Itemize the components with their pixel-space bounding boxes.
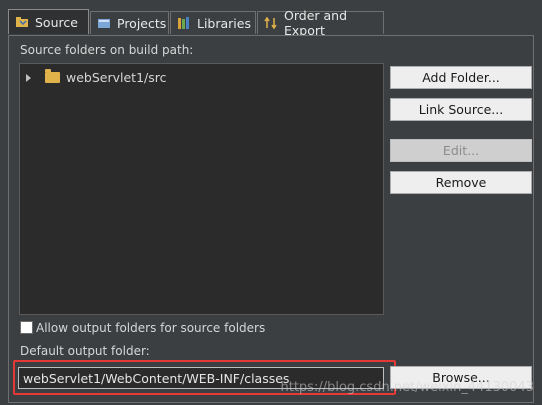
allow-output-label: Allow output folders for source folders (36, 321, 266, 335)
source-folders-label: Source folders on build path: (20, 43, 194, 57)
add-folder-button[interactable]: Add Folder... (390, 66, 532, 89)
default-output-label: Default output folder: (20, 344, 150, 358)
source-icon (15, 15, 29, 29)
allow-output-checkbox[interactable] (20, 321, 33, 334)
tree-item-label: webServlet1/src (66, 70, 167, 85)
tab-source-label: Source (35, 14, 78, 30)
tab-order-and-export[interactable]: Order and Export (257, 8, 384, 38)
expand-arrow-icon[interactable] (26, 73, 31, 82)
tab-projects[interactable]: Projects (90, 11, 169, 34)
tab-libraries-label: Libraries (197, 15, 251, 31)
tab-bar: Source Projects Libraries Order and Expo… (8, 8, 384, 38)
link-source-button[interactable]: Link Source... (390, 98, 532, 121)
remove-button[interactable]: Remove (390, 171, 532, 194)
tab-source[interactable]: Source (8, 9, 89, 34)
libraries-icon (177, 16, 191, 30)
tab-projects-label: Projects (117, 15, 167, 31)
order-export-icon (264, 16, 278, 30)
tab-libraries[interactable]: Libraries (170, 11, 256, 34)
tree-item[interactable]: webServlet1/src (26, 69, 167, 85)
projects-icon (97, 16, 111, 30)
edit-button[interactable]: Edit... (390, 139, 532, 162)
source-folders-tree[interactable]: webServlet1/src (19, 63, 384, 315)
watermark: https://blog.csdn.net/weixin_44130043 (280, 380, 534, 395)
tab-order-and-export-label: Order and Export (284, 8, 348, 38)
folder-icon (45, 69, 60, 83)
